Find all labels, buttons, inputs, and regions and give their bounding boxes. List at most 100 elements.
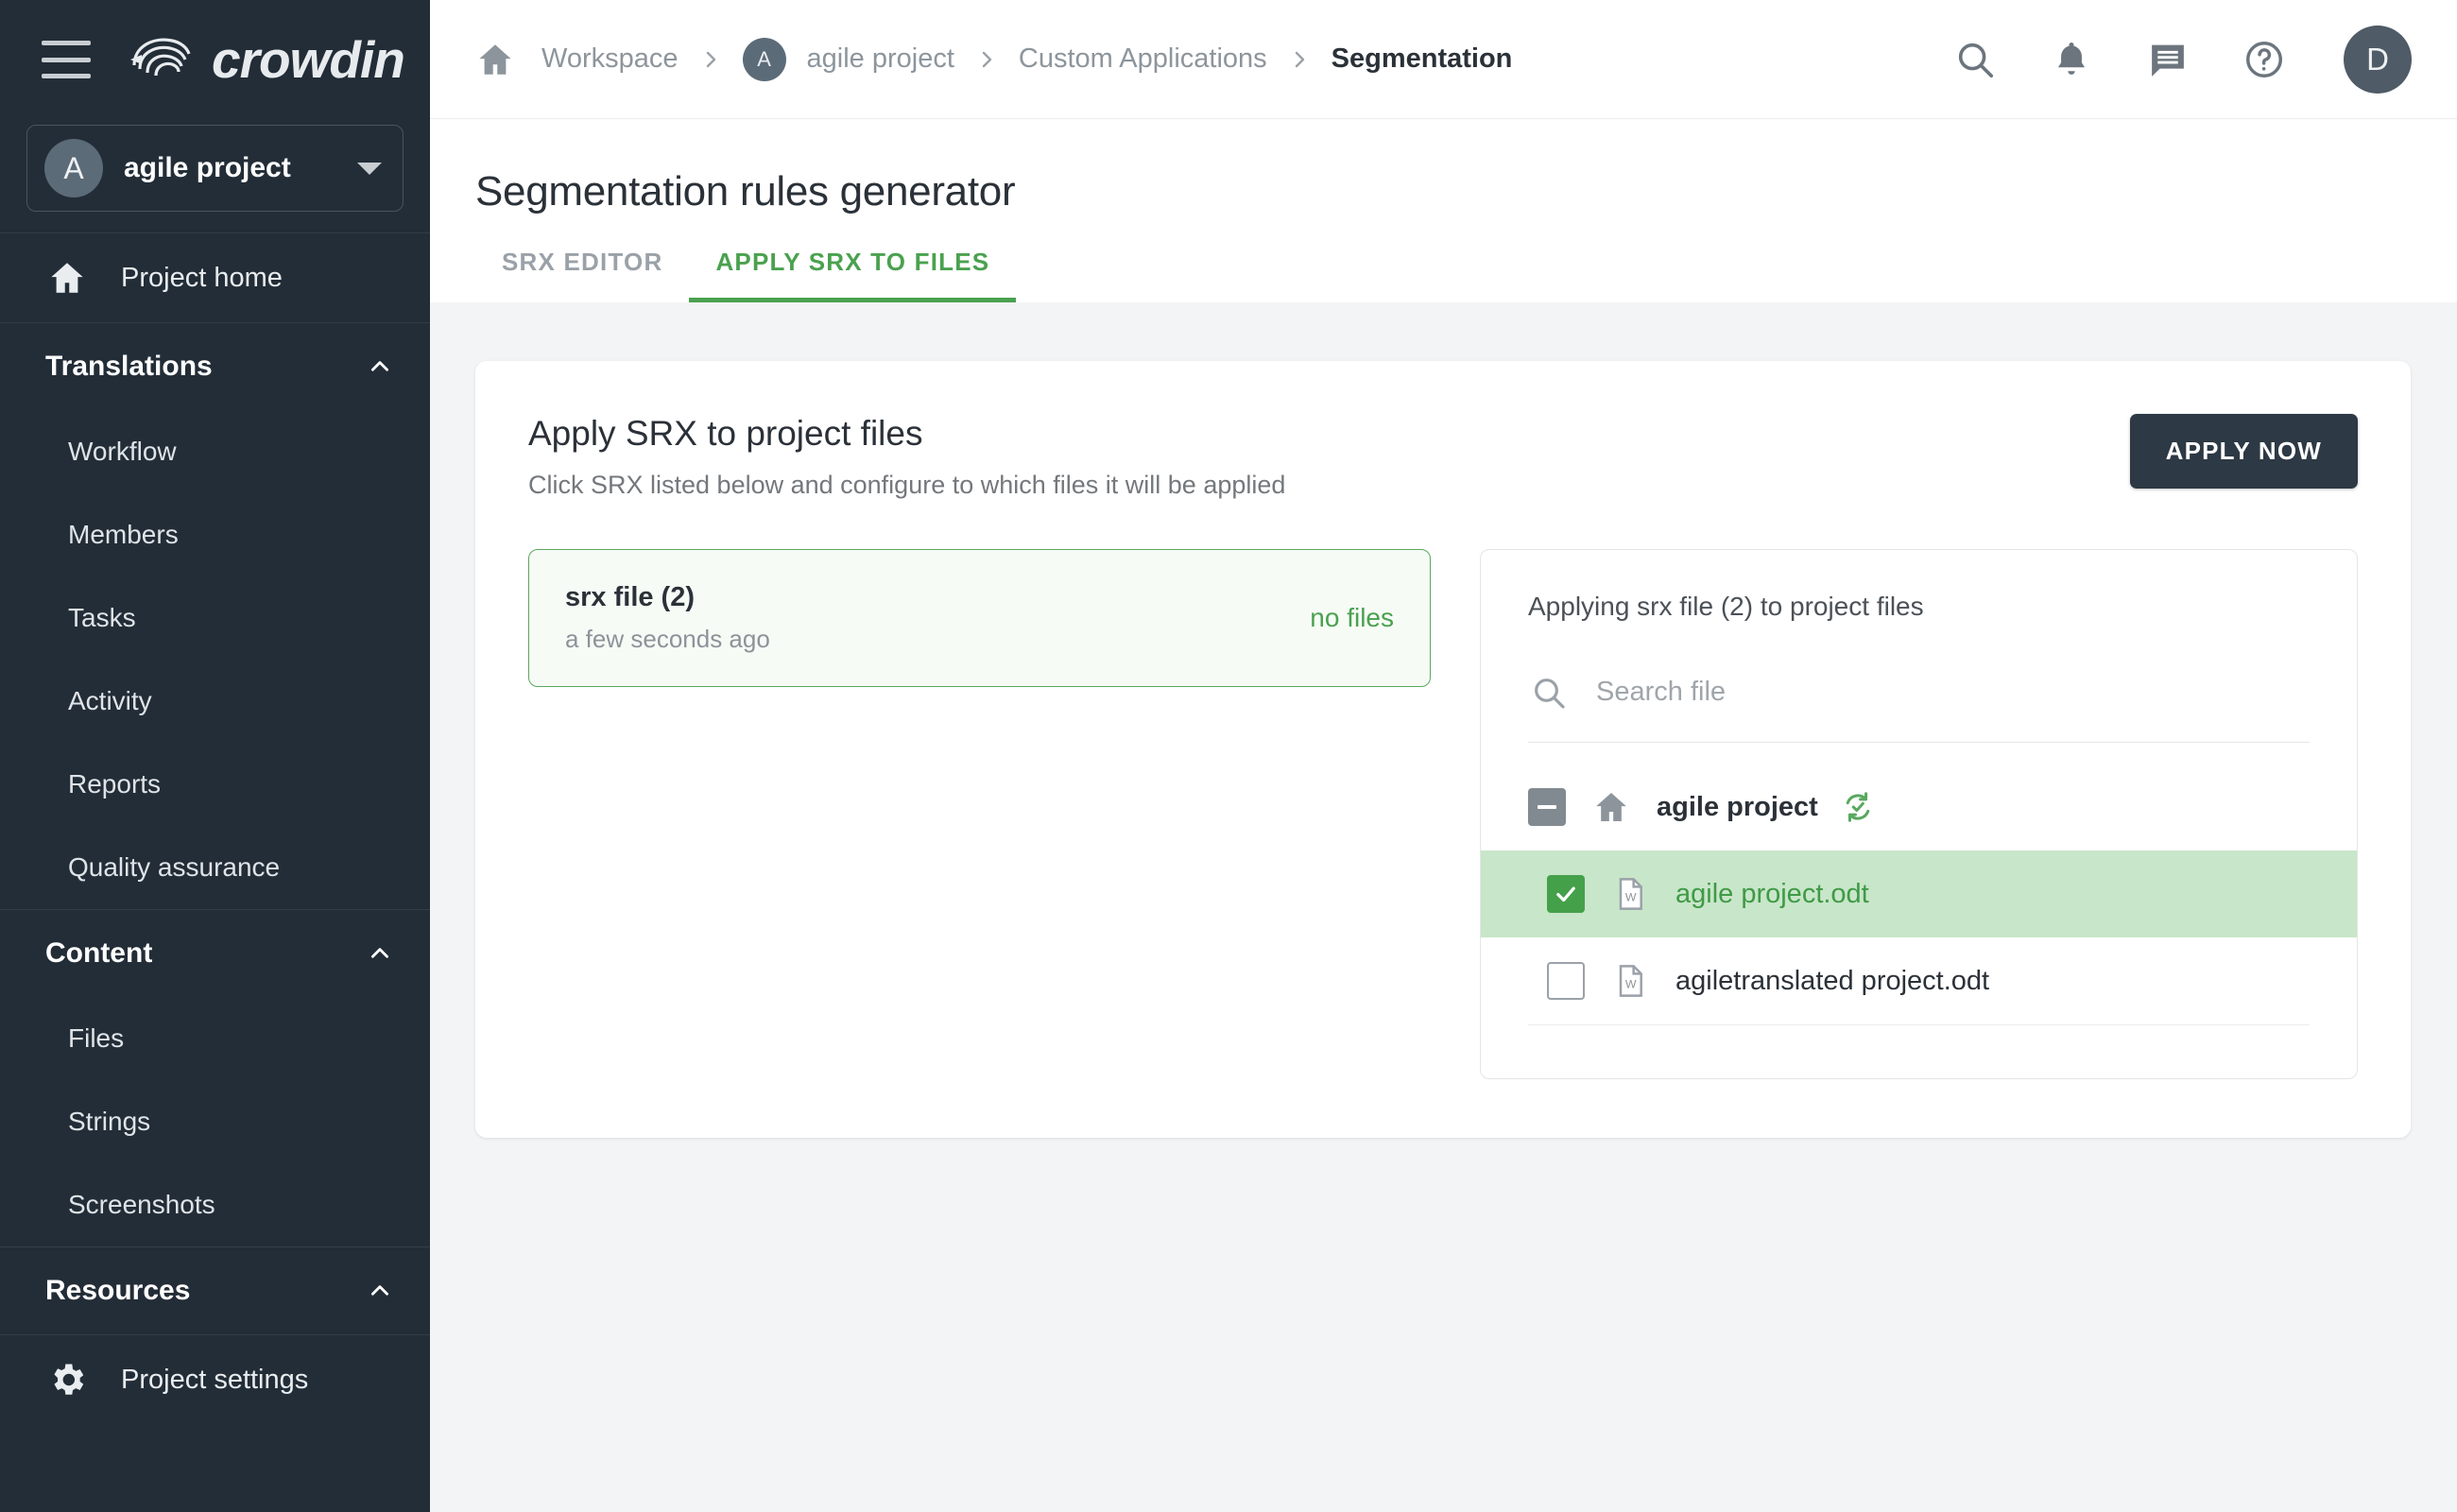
file-tree: agile project — [1481, 764, 2357, 1025]
sidebar-item-label: Quality assurance — [68, 852, 280, 883]
sidebar-item-strings[interactable]: Strings — [0, 1080, 430, 1163]
sidebar-item-members[interactable]: Members — [0, 493, 430, 576]
sidebar-item-label: Reports — [68, 769, 161, 799]
search-icon[interactable] — [1950, 35, 2000, 84]
sidebar-group-content[interactable]: Content — [0, 910, 430, 997]
project-avatar: A — [743, 38, 786, 81]
sidebar-item-label: Activity — [68, 686, 152, 716]
tree-row[interactable]: W agiletranslated project.odt — [1481, 937, 2357, 1024]
crowdin-logo[interactable]: crowdin — [129, 29, 404, 90]
sidebar-item-label: Members — [68, 520, 179, 550]
file-tree-title: Applying srx file (2) to project files — [1481, 592, 2357, 622]
breadcrumb-project-label: agile project — [807, 43, 954, 75]
sidebar-item-project-settings[interactable]: Project settings — [0, 1335, 430, 1424]
crowdin-mark-icon — [129, 33, 198, 86]
tree-row-label: agiletranslated project.odt — [1675, 966, 1989, 997]
home-icon — [1590, 786, 1632, 828]
chevron-up-icon — [368, 1279, 392, 1303]
project-avatar: A — [44, 139, 103, 198]
apply-srx-card: Apply SRX to project files Click SRX lis… — [475, 361, 2411, 1138]
svg-text:W: W — [1625, 891, 1637, 904]
home-icon[interactable] — [475, 39, 517, 80]
sidebar-item-label: Strings — [68, 1107, 150, 1137]
sidebar-item-activity[interactable]: Activity — [0, 660, 430, 743]
breadcrumb-project[interactable]: A agile project — [743, 38, 954, 81]
tree-row[interactable]: W agile project.odt — [1481, 850, 2357, 937]
tab-apply-srx-to-files[interactable]: APPLY SRX TO FILES — [689, 248, 1016, 302]
sidebar-item-label: Tasks — [68, 603, 136, 633]
breadcrumb-custom-applications[interactable]: Custom Applications — [1019, 43, 1267, 75]
breadcrumb-current: Segmentation — [1332, 43, 1513, 75]
page-content: Apply SRX to project files Click SRX lis… — [430, 302, 2457, 1512]
breadcrumb-workspace[interactable]: Workspace — [541, 43, 679, 75]
chevron-right-icon — [679, 45, 743, 74]
tab-bar: SRX EDITOR APPLY SRX TO FILES — [475, 248, 2412, 302]
sidebar-item-label: Files — [68, 1023, 124, 1054]
sidebar-item-label: Project home — [121, 263, 283, 294]
search-input[interactable] — [1596, 671, 2310, 713]
sidebar-brand: crowdin — [0, 0, 430, 119]
sidebar-group-label: Content — [45, 937, 368, 970]
svg-text:W: W — [1625, 978, 1637, 991]
file-tree-panel: Applying srx file (2) to project files — [1480, 549, 2358, 1079]
srx-item-text: srx file (2) a few seconds ago — [565, 582, 1310, 654]
sidebar-item-tasks[interactable]: Tasks — [0, 576, 430, 660]
srx-item-badge: no files — [1310, 603, 1394, 633]
chevron-up-icon — [368, 941, 392, 966]
page-title: Segmentation rules generator — [475, 119, 2412, 215]
sidebar-item-label: Screenshots — [68, 1190, 215, 1220]
checkbox-unchecked[interactable] — [1547, 962, 1585, 1000]
word-document-icon: W — [1609, 873, 1651, 915]
checkbox-checked[interactable] — [1547, 875, 1585, 913]
hamburger-icon[interactable] — [42, 41, 91, 78]
brand-name: crowdin — [212, 29, 404, 90]
chat-icon[interactable] — [2143, 35, 2192, 84]
card-columns: srx file (2) a few seconds ago no files … — [528, 549, 2358, 1079]
project-selector[interactable]: A agile project — [26, 125, 404, 212]
srx-item-name: srx file (2) — [565, 582, 1310, 613]
srx-item-timestamp: a few seconds ago — [565, 625, 1310, 654]
sidebar-group-label: Resources — [45, 1275, 368, 1307]
avatar[interactable]: D — [2344, 26, 2412, 94]
breadcrumb: Workspace A agile project Custom Applica… — [475, 38, 1950, 81]
home-icon — [45, 256, 89, 300]
file-tree-column: Applying srx file (2) to project files — [1480, 549, 2358, 1079]
chevron-up-icon — [368, 354, 392, 379]
topbar-actions: D — [1950, 26, 2412, 94]
bell-icon[interactable] — [2047, 35, 2096, 84]
project-selector-name: agile project — [124, 152, 336, 184]
card-header-text: Apply SRX to project files Click SRX lis… — [528, 414, 2130, 500]
sidebar-group-resources[interactable]: Resources — [0, 1247, 430, 1334]
srx-list-column: srx file (2) a few seconds ago no files — [528, 549, 1431, 687]
tree-row-label: agile project — [1657, 792, 1818, 823]
sidebar-item-workflow[interactable]: Workflow — [0, 410, 430, 493]
sync-check-icon — [1839, 788, 1877, 826]
card-title: Apply SRX to project files — [528, 414, 2130, 454]
sidebar-item-reports[interactable]: Reports — [0, 743, 430, 826]
srx-list-item[interactable]: srx file (2) a few seconds ago no files — [528, 549, 1431, 687]
sidebar-item-quality-assurance[interactable]: Quality assurance — [0, 826, 430, 909]
search-underline — [1528, 742, 2310, 743]
checkbox-indeterminate[interactable] — [1528, 788, 1566, 826]
chevron-down-icon — [357, 163, 382, 175]
sidebar-group-label: Translations — [45, 351, 368, 383]
word-document-icon: W — [1609, 960, 1651, 1002]
chevron-right-icon — [954, 45, 1019, 74]
apply-now-button[interactable]: APPLY NOW — [2130, 414, 2358, 489]
sidebar-item-label: Project settings — [121, 1365, 308, 1396]
gear-icon — [45, 1358, 89, 1401]
sidebar-item-label: Workflow — [68, 437, 177, 467]
tree-row[interactable]: agile project — [1481, 764, 2357, 850]
file-search-row — [1481, 671, 2357, 713]
page-header: Segmentation rules generator SRX EDITOR … — [430, 119, 2457, 302]
sidebar-item-project-home[interactable]: Project home — [0, 233, 430, 322]
sidebar-item-screenshots[interactable]: Screenshots — [0, 1163, 430, 1246]
sidebar-group-translations[interactable]: Translations — [0, 323, 430, 410]
help-icon[interactable] — [2240, 35, 2289, 84]
tab-srx-editor[interactable]: SRX EDITOR — [475, 248, 689, 302]
sidebar-item-files[interactable]: Files — [0, 997, 430, 1080]
card-header: Apply SRX to project files Click SRX lis… — [528, 414, 2358, 500]
chevron-right-icon — [1267, 45, 1332, 74]
tree-divider — [1528, 1024, 2310, 1025]
sidebar: crowdin A agile project Project home Tra… — [0, 0, 430, 1512]
